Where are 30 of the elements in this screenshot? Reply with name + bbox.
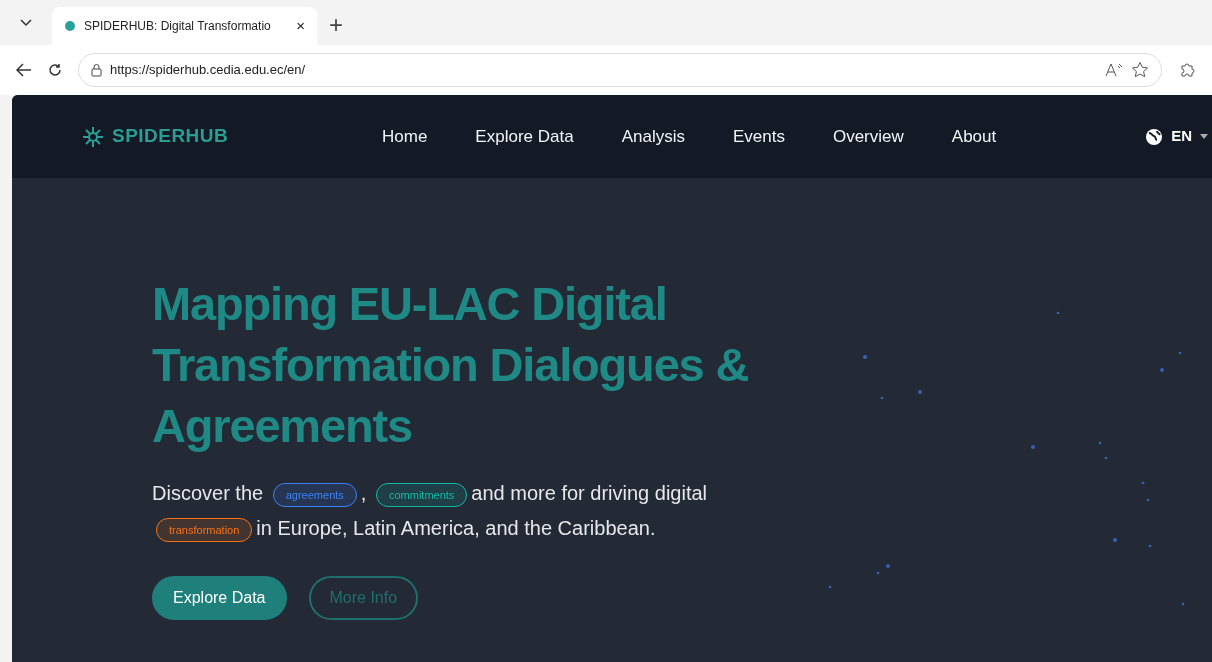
hero-text: and more for driving digital: [471, 482, 708, 504]
keyword-tag: commitments: [375, 482, 468, 507]
close-tab-button[interactable]: ×: [296, 14, 305, 38]
nav-link[interactable]: About: [951, 123, 997, 150]
language-selector[interactable]: EN: [1145, 125, 1208, 148]
keyword-tag: transformation: [156, 517, 253, 542]
nav-link[interactable]: Analysis: [621, 123, 685, 150]
explore-button[interactable]: Explore Data: [152, 576, 287, 620]
hero-text: Discover the: [152, 482, 265, 504]
browser-tab[interactable]: SPIDERHUB: Digital Transformatio ×: [52, 7, 317, 45]
chevron-down-icon: [20, 19, 32, 27]
new-tab-button[interactable]: +: [325, 13, 347, 37]
back-icon[interactable]: [16, 63, 32, 77]
lock-icon: [91, 63, 102, 77]
reload-icon[interactable]: [48, 63, 62, 77]
url-text: https://spiderhub.cedia.edu.ec/en/: [110, 61, 306, 80]
read-aloud-icon[interactable]: [1105, 63, 1123, 77]
star-icon[interactable]: [1131, 61, 1149, 79]
keyword-tag: agreements: [272, 482, 357, 507]
nav-link[interactable]: Explore Data: [475, 123, 574, 150]
tab-title: SPIDERHUB: Digital Transformatio: [84, 18, 271, 35]
nav-link[interactable]: Overview: [832, 123, 904, 150]
hero-text: in Europe, Latin America, and the Caribbean.: [256, 517, 656, 539]
nav-link[interactable]: Events: [732, 123, 785, 150]
brand-name[interactable]: SPIDERHUB: [112, 122, 229, 151]
extensions-icon[interactable]: [1178, 61, 1196, 79]
nav-link[interactable]: Home: [382, 123, 428, 150]
caret-icon: [1200, 134, 1208, 139]
hero-text: ,: [360, 482, 368, 504]
hero-title: Mapping EU-LAC Digital Transformation Dialogues & Agreements: [152, 276, 750, 454]
